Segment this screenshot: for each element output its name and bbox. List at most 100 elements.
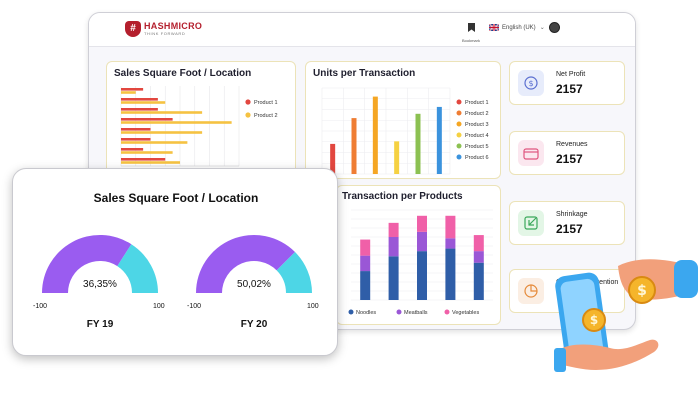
language-selector[interactable]: English (UK) ⌄: [489, 24, 545, 31]
bar: [121, 138, 151, 141]
transaction-title: Transaction per Products: [342, 191, 463, 202]
bar-segment: [473, 251, 484, 263]
legend-label: Product 5: [465, 144, 489, 150]
bar: [121, 91, 136, 94]
legend-swatch: [456, 154, 462, 160]
legend-swatch: [456, 143, 462, 149]
bar-segment: [417, 251, 427, 300]
gauge-year: FY 20: [240, 319, 268, 330]
bar: [121, 98, 158, 101]
chevron-down-icon: ⌄: [539, 25, 545, 31]
gauge-min-label: -100: [33, 303, 48, 310]
legend-swatch: [245, 112, 251, 118]
logo-mark-icon: #: [125, 21, 141, 37]
uk-flag-icon: [489, 24, 499, 31]
bar-segment: [445, 215, 456, 239]
bar-segment: [388, 256, 399, 300]
bar: [121, 121, 232, 124]
logo[interactable]: # HASHMICRO THINK FORWARD: [125, 21, 202, 37]
bar-segment: [388, 222, 399, 237]
gauge-arc: [42, 235, 158, 293]
svg-text:$: $: [637, 283, 647, 299]
legend-swatch: [456, 132, 462, 138]
legend-swatch: [348, 309, 354, 315]
gauge-fy20: 50,02% -100 100 FY 20: [179, 223, 329, 343]
bar: [415, 113, 421, 174]
gauge-fy19: 36,35% -100 100 FY 19: [25, 223, 175, 343]
legend-swatch: [396, 309, 402, 315]
sales-sqft-chart: Product 1 Product 2: [120, 86, 278, 167]
payment-hands-illustration: $ $: [554, 259, 698, 372]
top-bar: # HASHMICRO THINK FORWARD Bookmark Engli…: [89, 13, 635, 47]
language-label: English (UK): [502, 24, 536, 31]
transaction-card: Transaction per Products Noodles Meatball…: [336, 185, 501, 325]
bar-segment: [473, 262, 484, 300]
logo-tagline: THINK FORWARD: [144, 30, 186, 36]
legend-label: Product 2: [254, 113, 278, 119]
svg-text:$: $: [528, 79, 533, 88]
bar: [121, 118, 173, 121]
legend-label: Vegetables: [452, 310, 479, 316]
svg-text:$: $: [590, 313, 598, 327]
gauge-card: Sales Square Foot / Location 36,35% -100…: [12, 168, 338, 356]
bar-segment: [445, 248, 456, 300]
bar: [121, 161, 180, 164]
legend-swatch: [456, 99, 462, 105]
bar: [351, 118, 357, 174]
gauge-max-label: 100: [153, 303, 165, 310]
gauge-title: Sales Square Foot / Location: [93, 191, 259, 205]
bar: [121, 151, 173, 154]
kpi-label: Revenues: [556, 141, 588, 148]
legend-label: Product 3: [465, 122, 489, 128]
bar-segment: [473, 235, 484, 252]
bar: [121, 101, 166, 104]
wallet-icon: [518, 140, 544, 166]
bar-segment: [417, 231, 427, 252]
legend-swatch: [444, 309, 450, 315]
bar: [436, 106, 442, 174]
transaction-chart: Noodles Meatballs Vegetables: [348, 209, 493, 316]
legend-label: Product 1: [254, 100, 278, 106]
bar-segment: [360, 271, 371, 300]
legend-label: Product 2: [465, 111, 489, 117]
bookmark-button[interactable]: Bookmark: [459, 19, 483, 43]
bar-segment: [388, 237, 399, 257]
kpi-revenues[interactable]: Revenues 2157: [509, 131, 625, 175]
units-title: Units per Transaction: [313, 68, 416, 79]
kpi-value: 2157: [556, 222, 583, 236]
user-avatar[interactable]: [549, 22, 560, 33]
bar: [121, 131, 203, 134]
gauge-arc: [196, 235, 312, 293]
coin-icon: $: [628, 276, 656, 304]
bar: [121, 111, 203, 114]
arrow-in-icon: [518, 210, 544, 236]
legend-swatch: [456, 110, 462, 116]
units-card: Units per Transaction Product 1 Product 2…: [305, 61, 501, 179]
bar-segment: [445, 238, 456, 249]
bar: [121, 88, 144, 91]
bar: [121, 141, 188, 144]
kpi-shrinkage[interactable]: Shrinkage 2157: [509, 201, 625, 245]
kpi-value: 2157: [556, 152, 583, 166]
bar-segment: [360, 255, 371, 272]
bar-segment: [360, 239, 371, 256]
sales-sqft-title: Sales Square Foot / Location: [114, 68, 252, 79]
gauge-min-label: -100: [187, 303, 202, 310]
bookmark-icon: [467, 23, 475, 32]
logo-name: HASHMICRO: [144, 20, 203, 31]
legend-label: Meatballs: [404, 310, 428, 316]
bar: [121, 148, 144, 151]
kpi-net-profit[interactable]: $ Net Profit 2157: [509, 61, 625, 105]
bar: [121, 128, 151, 131]
gauge-percent: 36,35%: [83, 279, 117, 290]
legend-label: Product 1: [465, 100, 489, 106]
hero-illustration: # HASHMICRO THINK FORWARD Bookmark Engli…: [0, 0, 700, 400]
bookmark-label: Bookmark: [461, 38, 480, 43]
bar: [121, 108, 158, 111]
bar: [394, 141, 400, 174]
gauge-max-label: 100: [307, 303, 319, 310]
sales-sqft-card: Sales Square Foot / Location Product 1 Pr…: [106, 61, 296, 179]
legend-swatch: [245, 99, 251, 105]
logo-text: HASHMICRO THINK FORWARD: [144, 20, 203, 37]
pie-icon: [518, 278, 544, 304]
